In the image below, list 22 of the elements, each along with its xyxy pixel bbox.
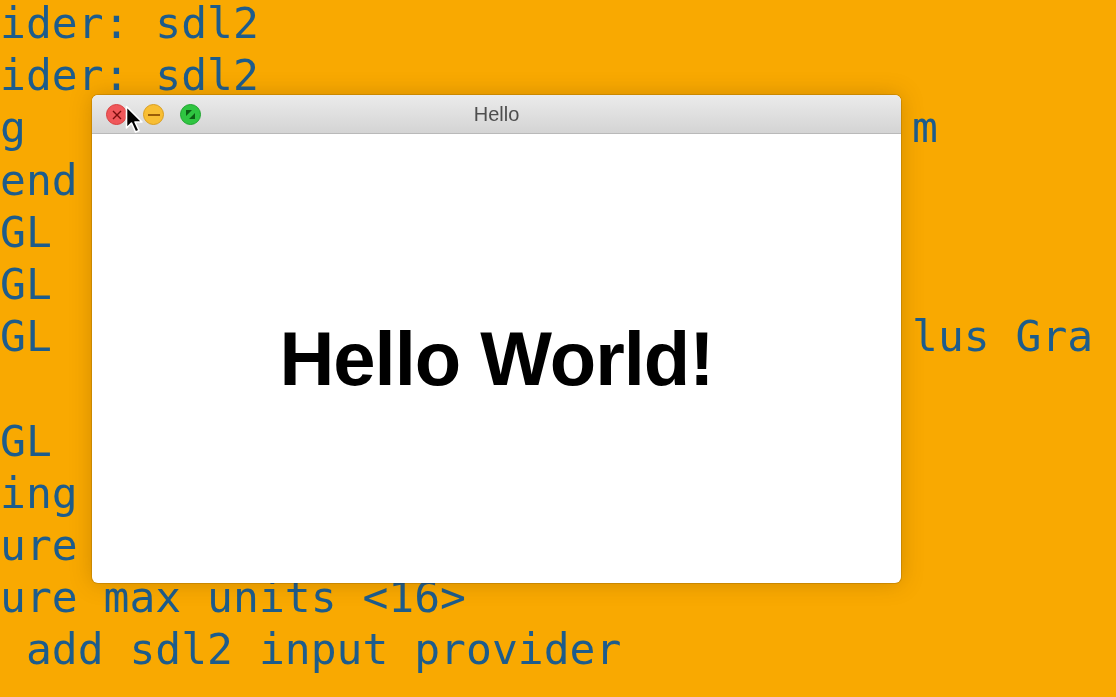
terminal-line: ider: sdl2: [0, 49, 259, 102]
terminal-line: ure: [0, 518, 78, 572]
minimize-button[interactable]: [143, 104, 164, 125]
terminal-line: m: [912, 101, 938, 154]
terminal-line: GL: [0, 414, 52, 467]
terminal-line: lus Gra: [912, 310, 1094, 363]
terminal-line: end: [0, 153, 78, 206]
heading: Hello World!: [279, 315, 714, 402]
minimize-icon: [147, 113, 160, 116]
zoom-button[interactable]: [180, 104, 201, 125]
terminal-line: g: [0, 101, 26, 154]
window-title: Hello: [473, 102, 520, 126]
terminal-line: ider: sdl2: [0, 0, 259, 50]
close-icon: [111, 109, 122, 120]
terminal-line: add sdl2 input provider: [24, 623, 622, 676]
terminal-line: GL: [0, 310, 52, 363]
terminal-line: GL: [0, 257, 52, 311]
close-button[interactable]: [106, 104, 127, 125]
fullscreen-icon: [185, 109, 196, 120]
terminal-line: GL: [0, 205, 52, 258]
terminal-line: ing: [0, 466, 78, 519]
pointer-icon: [125, 105, 144, 135]
